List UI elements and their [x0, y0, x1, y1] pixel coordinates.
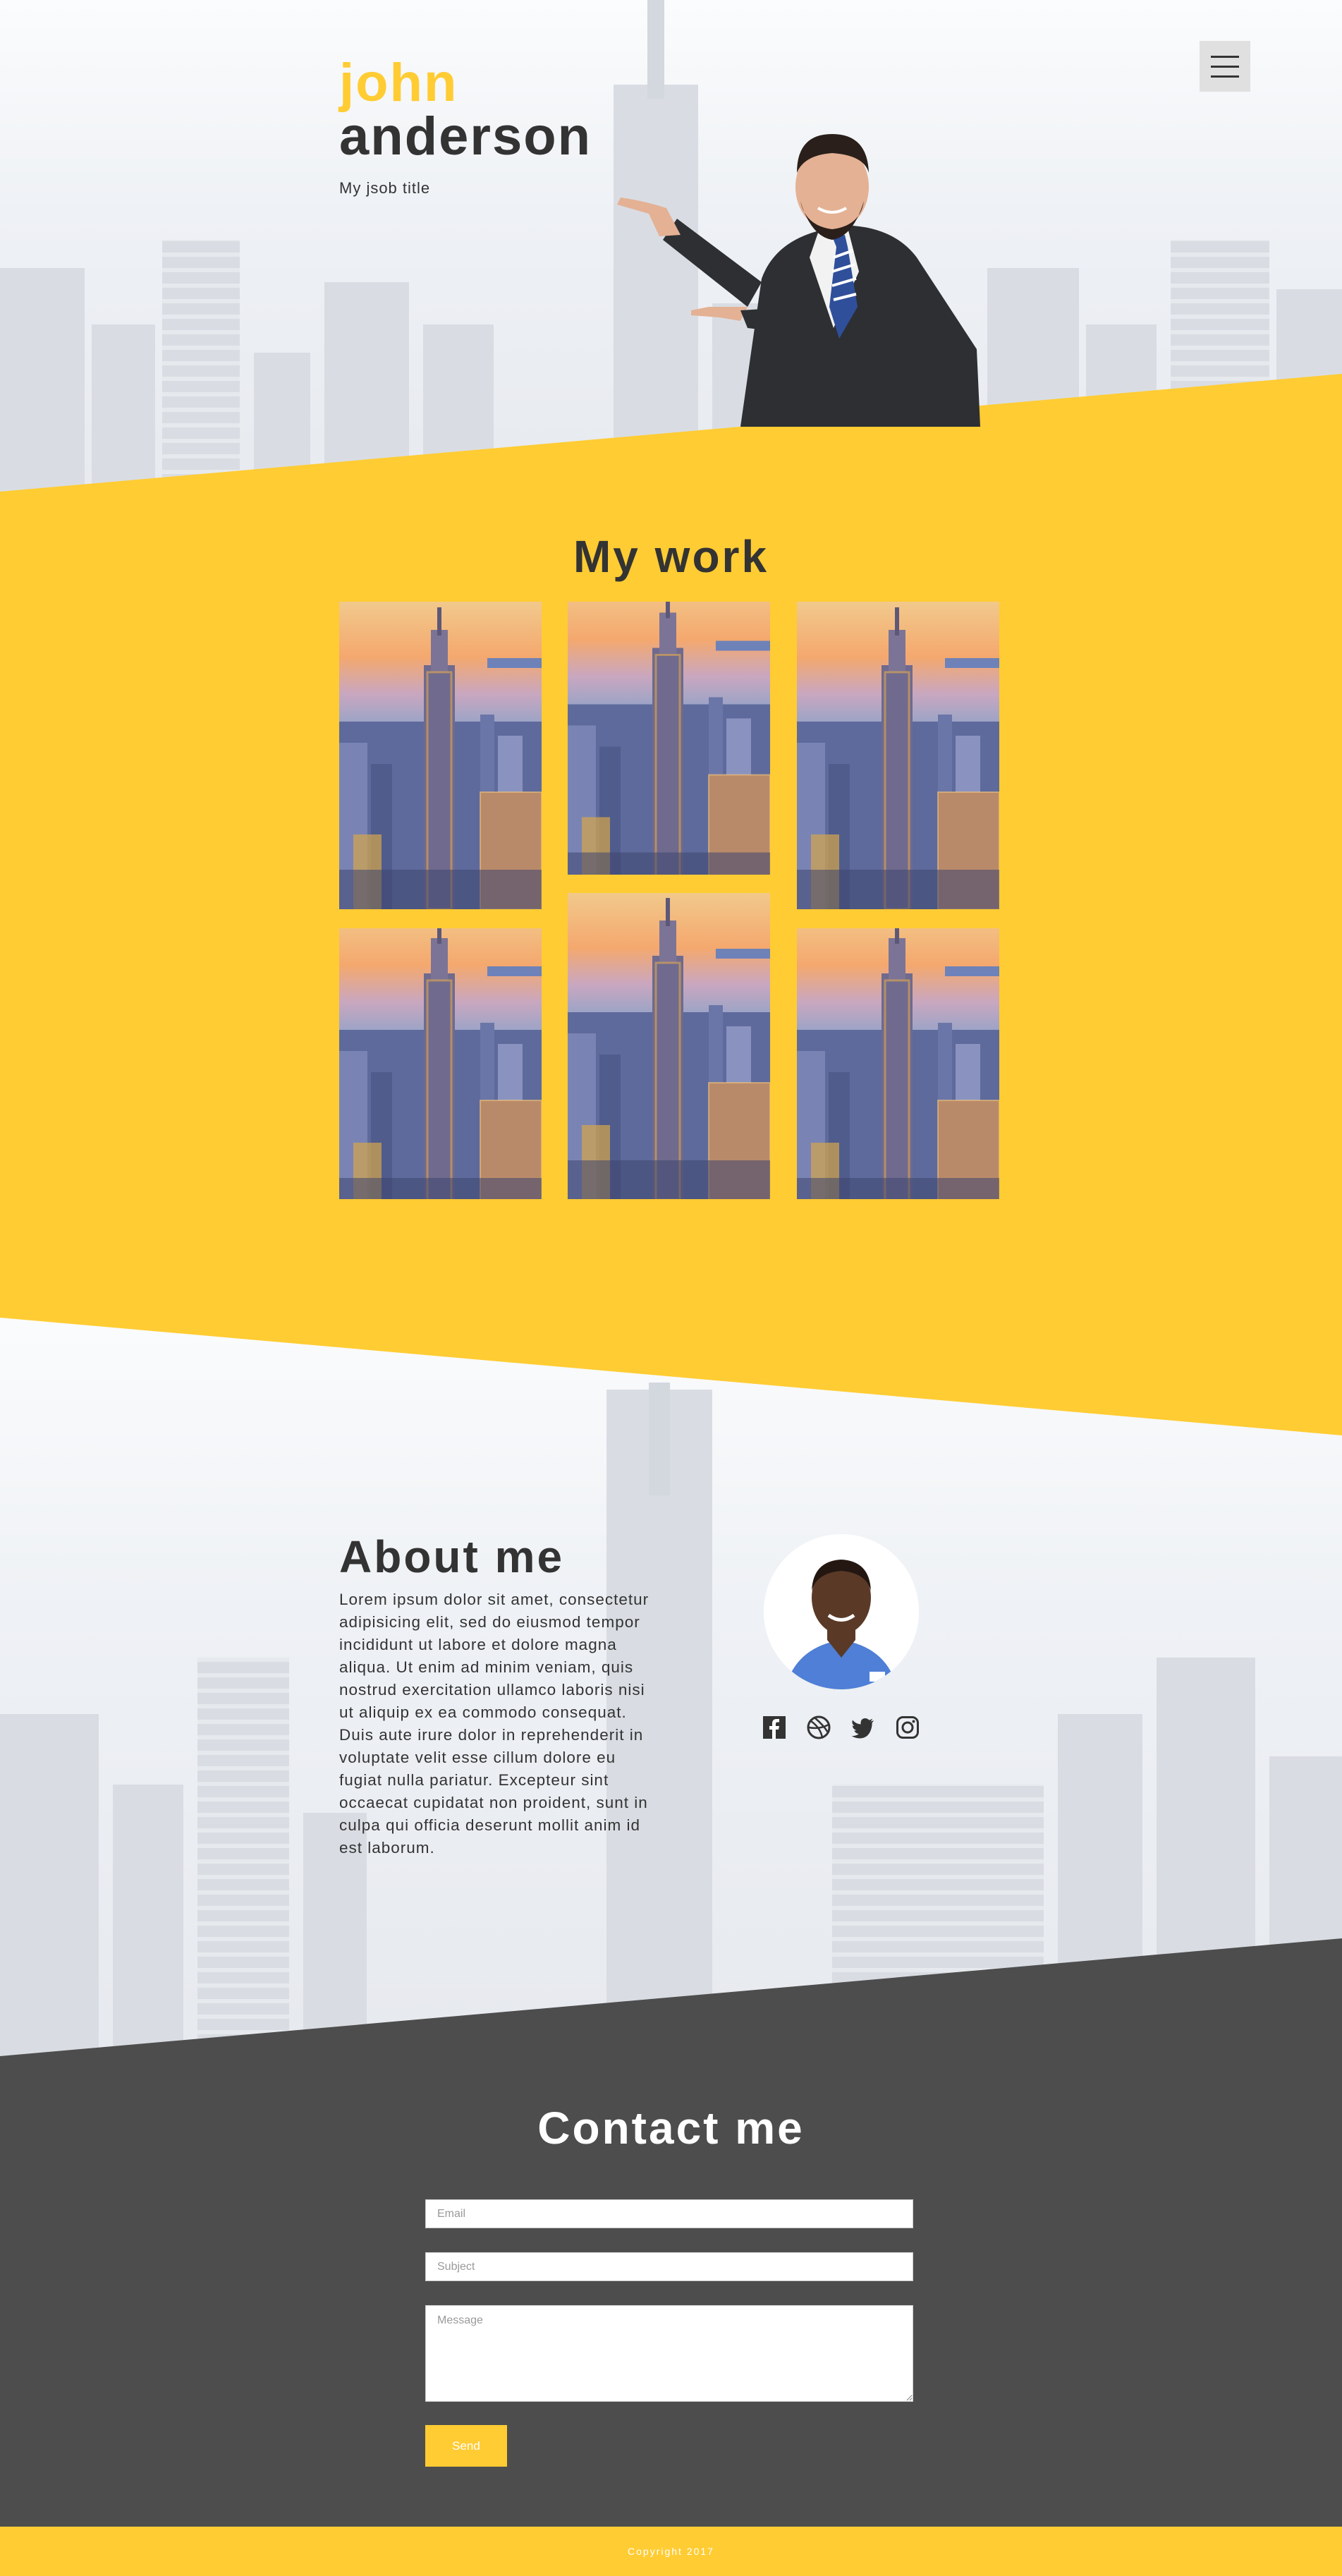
- empire-state-city-photo: [568, 893, 770, 1199]
- facebook-icon[interactable]: [762, 1715, 786, 1739]
- message-field[interactable]: [425, 2305, 913, 2402]
- about-section-title: About me: [339, 1531, 565, 1582]
- copyright-text: Copyright 2017: [628, 2546, 714, 2557]
- empire-state-city-photo: [339, 602, 542, 909]
- about-city-background: [0, 1305, 1342, 2081]
- profile-avatar: [764, 1534, 919, 1689]
- work-tile[interactable]: [568, 602, 770, 875]
- hero-name-block: john anderson My jsob title: [339, 56, 592, 198]
- empire-state-city-photo: [797, 602, 999, 909]
- hamburger-menu-button[interactable]: [1200, 41, 1250, 92]
- work-tile[interactable]: [339, 602, 542, 909]
- last-name: anderson: [339, 107, 592, 166]
- hamburger-menu-icon: [1211, 55, 1239, 58]
- empire-state-city-photo: [797, 928, 999, 1199]
- twitter-icon[interactable]: [851, 1715, 875, 1739]
- social-links: [762, 1715, 920, 1739]
- work-section-title: My work: [573, 531, 769, 582]
- work-tile[interactable]: [797, 602, 999, 909]
- subject-field[interactable]: [425, 2252, 913, 2281]
- work-tile[interactable]: [339, 928, 542, 1199]
- send-button[interactable]: Send: [425, 2425, 507, 2467]
- dribbble-icon[interactable]: [807, 1715, 831, 1739]
- about-text: Lorem ipsum dolor sit amet, consectetur …: [339, 1591, 649, 1857]
- work-tile[interactable]: [797, 928, 999, 1199]
- first-name: john: [339, 53, 458, 113]
- job-title: My jsob title: [339, 179, 431, 197]
- instagram-icon[interactable]: [896, 1715, 920, 1739]
- businessman-pointing-image: [617, 134, 980, 427]
- footer: Copyright 2017: [0, 2527, 1342, 2576]
- contact-section-title: Contact me: [537, 2103, 805, 2153]
- empire-state-city-photo: [339, 928, 542, 1199]
- work-tile[interactable]: [568, 893, 770, 1199]
- empire-state-city-photo: [568, 602, 770, 875]
- email-field[interactable]: [425, 2199, 913, 2228]
- page: john anderson My jsob title My work Abou…: [0, 0, 1342, 2576]
